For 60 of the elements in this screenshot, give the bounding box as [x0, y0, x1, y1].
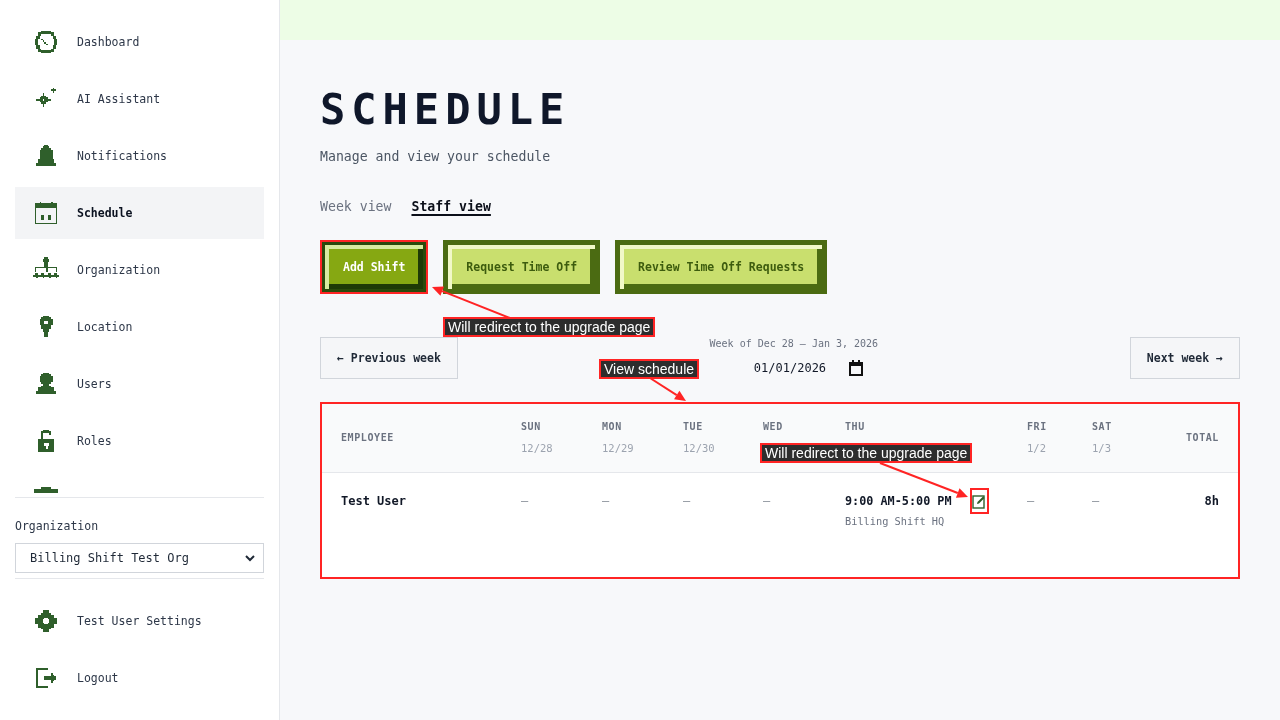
organization-label: Organization — [15, 519, 99, 533]
calendar-icon — [33, 200, 59, 226]
gauge-icon — [33, 29, 59, 55]
settings-icon — [33, 608, 59, 634]
column-header: EMPLOYEE — [341, 432, 394, 444]
sidebar-item[interactable]: AI Assistant — [15, 73, 264, 125]
view-tab[interactable]: Staff view — [411, 198, 491, 216]
total-hours: 8h — [1204, 493, 1219, 509]
page-title: SCHEDULE — [320, 88, 571, 132]
sidebar-item[interactable]: Roles — [15, 415, 264, 467]
empty-marker: – — [521, 493, 529, 509]
column-date: 12/29 — [602, 442, 634, 454]
partial-icon — [34, 487, 58, 493]
sidebar-item[interactable]: Logout — [15, 652, 264, 704]
previous-week-button[interactable]: ← Previous week — [320, 337, 458, 379]
bell-icon — [33, 143, 59, 169]
page-subtitle: Manage and view your schedule — [320, 148, 551, 166]
empty-marker: – — [1092, 493, 1100, 509]
sidebar-item[interactable]: Test User Settings — [15, 595, 264, 647]
column-header: TOTAL — [1185, 432, 1219, 444]
date-field[interactable]: 01/01/2026 — [753, 361, 834, 375]
sidebar-item[interactable]: Notifications — [15, 130, 264, 182]
shift-time: 9:00 AM-5:00 PM — [845, 493, 952, 509]
annotation-label: Will redirect to the upgrade page — [760, 443, 973, 463]
organization-select[interactable]: Billing Shift Test Org — [15, 543, 264, 573]
empty-marker: – — [602, 493, 610, 509]
empty-marker: – — [763, 493, 771, 509]
next-week-button[interactable]: Next week → — [1129, 337, 1240, 379]
chevron-down-icon — [245, 554, 255, 562]
column-header: WED — [763, 421, 783, 433]
column-date: 1/2 — [1027, 442, 1046, 454]
logout-icon — [33, 665, 59, 691]
shift-location: Billing Shift HQ — [845, 515, 946, 528]
user-icon — [33, 371, 59, 397]
empty-marker: – — [683, 493, 691, 509]
edit-icon — [972, 493, 987, 509]
action-button[interactable]: Request Time Off — [443, 240, 601, 294]
edit-button[interactable] — [969, 488, 989, 514]
column-date: 12/28 — [521, 442, 553, 454]
sidebar-item[interactable]: Schedule — [15, 187, 264, 239]
sidebar-item[interactable]: Organization — [15, 244, 264, 296]
column-header: TUE — [683, 421, 703, 433]
sidebar-item[interactable]: Location — [15, 301, 264, 353]
view-tab[interactable]: Week view — [320, 198, 392, 216]
column-header: MON — [602, 421, 622, 433]
empty-marker: – — [1027, 493, 1035, 509]
sidebar-item[interactable]: Dashboard — [15, 16, 264, 68]
column-header: SUN — [521, 421, 541, 433]
column-date: 1/3 — [1092, 442, 1111, 454]
week-caption: Week of Dec 28 – Jan 3, 2026 — [709, 338, 879, 350]
annotation-label: Will redirect to the upgrade page — [443, 317, 656, 337]
sidebar-item[interactable]: Users — [15, 358, 264, 410]
annotation-label: View schedule — [599, 359, 700, 379]
calendar-icon[interactable] — [847, 360, 864, 376]
column-date: 12/30 — [683, 442, 715, 454]
employee-name: Test User — [341, 493, 407, 509]
action-button[interactable]: Review Time Off Requests — [615, 240, 828, 294]
column-header: FRI — [1027, 421, 1047, 433]
column-header: SAT — [1092, 421, 1112, 433]
column-header: THU — [845, 421, 865, 433]
